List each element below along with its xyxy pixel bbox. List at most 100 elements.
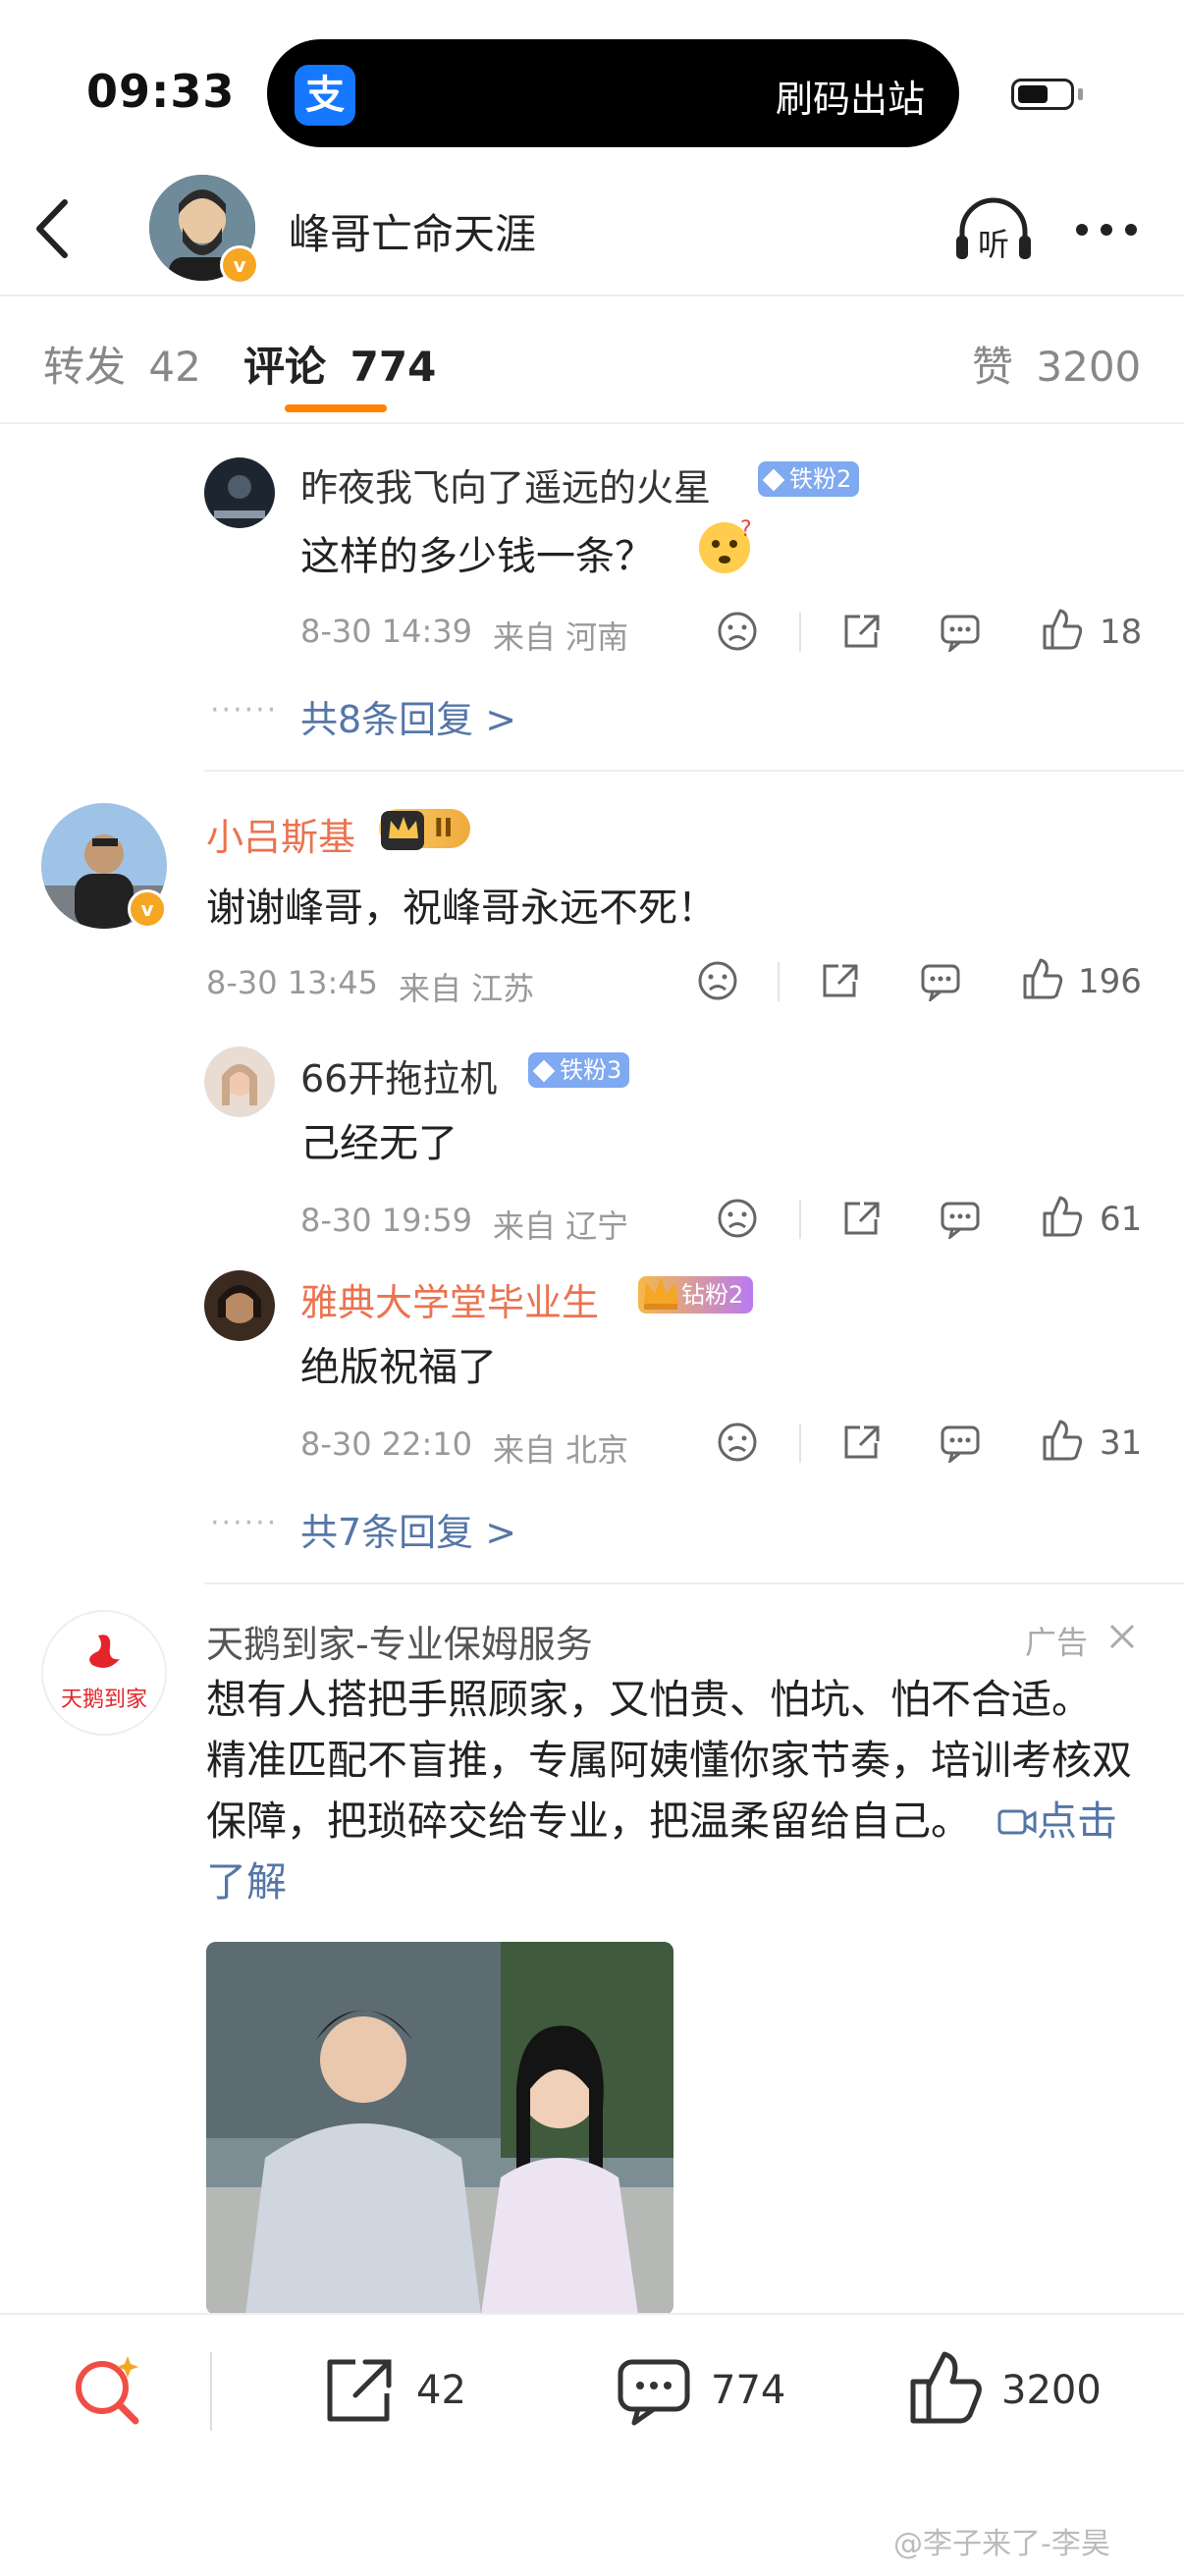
comment-icon[interactable]	[615, 2354, 693, 2429]
listen-label: 听	[978, 226, 1009, 263]
comment-divider	[204, 770, 1184, 772]
repost-icon[interactable]	[840, 1198, 884, 1239]
diamond-fan-badge-label: 钻粉2	[681, 1281, 744, 1309]
like-count: 31	[1100, 1423, 1143, 1463]
comment-divider	[204, 1583, 1184, 1584]
back-arrow-icon[interactable]	[29, 196, 73, 261]
like-count[interactable]: 3200	[1001, 2368, 1102, 2413]
comment-icon[interactable]	[939, 1422, 982, 1463]
tab-likes[interactable]: 赞 3200	[972, 334, 1141, 394]
listen-icon[interactable]: 听	[952, 196, 1035, 265]
ad-text: 想有人搭把手照顾家，又怕贵、怕坑、怕不合适。 精准匹配不盲推，专属阿姨懂你家节奏…	[206, 1676, 1132, 1845]
advertiser-name[interactable]: 天鹅到家-专业保姆服务	[206, 1614, 593, 1668]
comment-time: 8-30 14:39	[300, 613, 473, 650]
tab-comments-label: 评论	[243, 343, 327, 391]
close-icon[interactable]	[1107, 1622, 1137, 1651]
comment-text: 这样的多少钱一条？	[300, 534, 654, 579]
like-icon[interactable]	[1039, 1418, 1084, 1463]
header-divider	[0, 295, 1184, 296]
dislike-icon[interactable]	[717, 1198, 758, 1239]
dislike-icon[interactable]	[717, 611, 758, 652]
reply-location: 来自 北京	[493, 1431, 629, 1469]
reply-text: 己经无了	[300, 1121, 457, 1166]
fan-badge-label: 铁粉3	[560, 1056, 622, 1084]
alipay-icon: 支	[295, 65, 355, 126]
comment-icon[interactable]	[919, 960, 962, 1001]
bottom-separator	[210, 2352, 212, 2431]
video-icon	[997, 1809, 1037, 1835]
ad-label: 广告	[1025, 1624, 1089, 1661]
comment-location: 来自 河南	[493, 618, 629, 656]
svg-text:?: ?	[740, 517, 752, 542]
comment-location: 来自 江苏	[399, 970, 535, 1007]
ad-video-thumbnail[interactable]	[206, 1942, 673, 2315]
commenter-avatar[interactable]	[204, 457, 275, 528]
active-tab-indicator	[285, 404, 387, 412]
like-count: 18	[1100, 613, 1143, 652]
crown-icon	[644, 1278, 677, 1310]
reply-username[interactable]: 雅典大学堂毕业生	[300, 1272, 599, 1326]
tab-comments-count: 774	[350, 343, 437, 391]
comment-username[interactable]: 小吕斯基	[206, 807, 355, 861]
like-icon[interactable]	[905, 2348, 984, 2429]
action-separator	[799, 613, 801, 652]
more-replies-link[interactable]: 共7条回复 >	[300, 1502, 516, 1556]
tab-reposts[interactable]: 转发 42	[43, 334, 201, 394]
reply-avatar[interactable]	[204, 1046, 275, 1117]
comment-username[interactable]: 昨夜我飞向了遥远的火星	[300, 457, 711, 511]
repost-icon[interactable]	[819, 960, 862, 1001]
like-count: 61	[1100, 1200, 1143, 1239]
fan-badge: 铁粉2	[758, 461, 860, 497]
tab-reposts-label: 转发	[43, 343, 127, 391]
comment-count[interactable]: 774	[711, 2368, 785, 2413]
thinking-emoji-icon: ?	[699, 517, 752, 573]
crown-icon	[381, 811, 424, 850]
page-title: 峰哥亡命天涯	[289, 210, 537, 258]
thread-dots: ······	[210, 1506, 279, 1540]
reply-time: 8-30 22:10	[300, 1425, 473, 1463]
repost-icon[interactable]	[320, 2354, 397, 2429]
verified-badge-icon: v	[128, 889, 167, 929]
reply-time: 8-30 19:59	[300, 1202, 473, 1239]
like-icon[interactable]	[1039, 607, 1084, 652]
repost-icon[interactable]	[840, 1422, 884, 1463]
member-badge-label: II	[434, 814, 454, 843]
reply-avatar[interactable]	[204, 1270, 275, 1341]
more-options-icon[interactable]	[1074, 220, 1139, 240]
action-separator	[778, 962, 780, 1001]
island-status-text: 刷码出站	[776, 78, 926, 121]
tab-reposts-count: 42	[148, 343, 201, 391]
battery-tip	[1078, 88, 1083, 100]
dislike-icon[interactable]	[717, 1422, 758, 1463]
like-icon[interactable]	[1039, 1194, 1084, 1239]
comment-icon[interactable]	[939, 1198, 982, 1239]
advertiser-logo-text: 天鹅到家	[61, 1688, 147, 1712]
reply-location: 来自 辽宁	[493, 1208, 629, 1245]
like-icon[interactable]	[1019, 956, 1064, 1001]
dislike-icon[interactable]	[697, 960, 738, 1001]
tab-likes-label: 赞	[972, 343, 1014, 391]
tabs-divider	[0, 422, 1184, 424]
action-separator	[799, 1200, 801, 1239]
repost-count[interactable]: 42	[416, 2368, 466, 2413]
tab-comments[interactable]: 评论 774	[243, 334, 436, 394]
status-time: 09:33	[86, 65, 236, 118]
comment-text: 谢谢峰哥，祝峰哥永远不死！	[206, 886, 717, 931]
comment-icon[interactable]	[939, 611, 982, 652]
verified-badge-icon: v	[220, 245, 259, 285]
advertiser-logo[interactable]: 天鹅到家	[41, 1610, 167, 1736]
fan-badge: 铁粉3	[528, 1052, 630, 1088]
watermark: @李子来了-李昊	[893, 2527, 1110, 2561]
search-spark-icon[interactable]	[69, 2350, 147, 2429]
battery-icon	[1011, 79, 1074, 110]
fan-badge-label: 铁粉2	[789, 465, 852, 493]
tab-likes-count: 3200	[1036, 343, 1142, 391]
like-count: 196	[1078, 962, 1142, 1001]
thread-dots: ······	[210, 693, 279, 727]
reply-text: 绝版祝福了	[300, 1345, 497, 1390]
comment-time: 8-30 13:45	[206, 964, 379, 1001]
repost-icon[interactable]	[840, 611, 884, 652]
more-replies-link[interactable]: 共8条回复 >	[300, 689, 516, 743]
action-separator	[799, 1423, 801, 1463]
reply-username[interactable]: 66开拖拉机	[300, 1048, 497, 1102]
